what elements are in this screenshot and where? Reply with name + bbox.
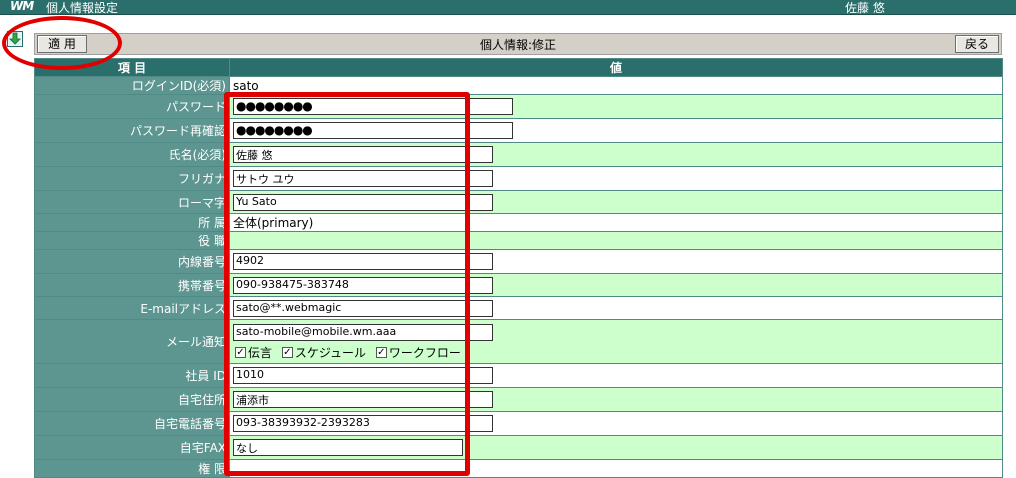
- dept-label: 所 属: [34, 213, 230, 232]
- home-phone-label: 自宅電話番号: [34, 411, 230, 436]
- header-item: 項 目: [34, 58, 230, 77]
- notify-options: ✓ 伝言 ✓ スケジュール ✓ ワークフロー: [235, 344, 999, 361]
- current-user: 佐藤 悠: [845, 1, 885, 15]
- email-label: E-mailアドレス: [34, 296, 230, 320]
- home-phone-input[interactable]: 093-38393932-2393283: [233, 415, 493, 432]
- title-bar: WM 個人情報設定 佐藤 悠: [0, 0, 1016, 15]
- position-value: [229, 231, 1003, 250]
- home-fax-label: 自宅FAX: [34, 435, 230, 460]
- password-confirm-input[interactable]: ●●●●●●●●: [233, 122, 513, 139]
- employee-id-label: 社員 ID: [34, 363, 230, 388]
- home-address-input[interactable]: 浦添市: [233, 391, 493, 408]
- position-label: 役 職: [34, 231, 230, 250]
- furigana-label: フリガナ: [34, 166, 230, 191]
- extension-label: 内線番号: [34, 249, 230, 274]
- notify-schedule-checkbox[interactable]: ✓: [281, 347, 293, 358]
- notify-workflow-label: ワークフロー: [388, 346, 461, 360]
- notify-schedule-label: スケジュール: [294, 346, 367, 360]
- app-logo: WM: [10, 0, 34, 13]
- mail-notify-input[interactable]: sato-mobile@mobile.wm.aaa: [233, 324, 493, 341]
- name-label: 氏名(必須): [34, 142, 230, 167]
- notify-message-label: 伝言: [248, 346, 273, 360]
- home-fax-input[interactable]: なし: [233, 439, 463, 456]
- notify-message-checkbox[interactable]: ✓: [235, 347, 246, 358]
- furigana-input[interactable]: サトウ ユウ: [233, 170, 493, 187]
- employee-id-input[interactable]: 1010: [233, 367, 493, 384]
- name-input[interactable]: 佐藤 悠: [233, 146, 493, 163]
- extension-input[interactable]: 4902: [233, 253, 493, 270]
- dept-value: 全体(primary): [229, 213, 1003, 232]
- password-label: パスワード: [34, 94, 230, 119]
- notify-workflow-checkbox[interactable]: ✓: [375, 347, 387, 358]
- login-id-label: ログインID(必須): [34, 76, 230, 95]
- login-id-value: sato: [229, 76, 1003, 95]
- app-title: 個人情報設定: [46, 1, 119, 15]
- romaji-input[interactable]: Yu Sato: [233, 193, 493, 211]
- email-input[interactable]: sato@**.webmagic: [233, 299, 493, 317]
- action-toolbar: 適 用 個人情報:修正 戻る: [34, 33, 1002, 55]
- personal-info-form: 項 目 値 ログインID(必須) sato パスワード ●●●●●●●● パスワ…: [34, 58, 1003, 478]
- romaji-label: ローマ字: [34, 190, 230, 214]
- home-address-label: 自宅住所: [34, 387, 230, 412]
- header-value: 値: [229, 58, 1003, 77]
- page-title: 個人情報:修正: [479, 38, 557, 52]
- authority-label: 権 限: [34, 459, 230, 478]
- authority-value: [229, 459, 1003, 478]
- back-button[interactable]: 戻る: [955, 35, 999, 53]
- mobile-label: 携帯番号: [34, 273, 230, 297]
- password-input[interactable]: ●●●●●●●●: [233, 98, 513, 115]
- download-arrow-icon[interactable]: [7, 31, 23, 47]
- mail-notify-label: メール通知: [34, 319, 230, 364]
- mobile-input[interactable]: 090-938475-383748: [233, 276, 493, 294]
- password-confirm-label: パスワード再確認: [34, 118, 230, 143]
